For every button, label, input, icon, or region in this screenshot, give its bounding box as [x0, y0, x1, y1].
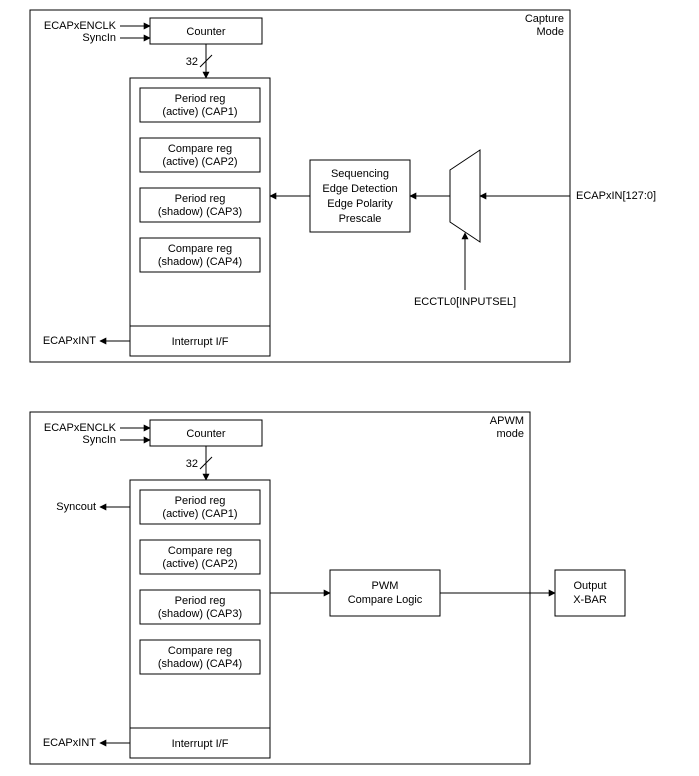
svg-text:PWM: PWM [372, 580, 399, 592]
svg-text:Compare Logic: Compare Logic [348, 594, 423, 606]
apwm-title-2: mode [496, 428, 524, 440]
svg-text:(shadow) (CAP4): (shadow) (CAP4) [158, 658, 242, 670]
ecapxin-label: ECAPxIN[127:0] [576, 190, 656, 202]
svg-text:Period reg: Period reg [175, 595, 226, 607]
svg-text:Prescale: Prescale [339, 213, 382, 225]
output-xbar-block [555, 570, 625, 616]
svg-text:Compare reg: Compare reg [168, 645, 232, 657]
svg-text:(shadow) (CAP3): (shadow) (CAP3) [158, 608, 242, 620]
svg-text:Counter: Counter [186, 428, 225, 440]
syncout-label: Syncout [56, 501, 96, 513]
apwm-title-1: APWM [490, 415, 524, 427]
diagram: Capture Mode Counter ECAPxENCLK SyncIn 3… [0, 0, 699, 776]
svg-text:Edge Detection: Edge Detection [322, 183, 397, 195]
svg-text:ECAPxINT: ECAPxINT [43, 737, 96, 749]
capture-title-2: Mode [536, 26, 564, 38]
svg-text:32: 32 [186, 458, 198, 470]
svg-text:Interrupt I/F: Interrupt I/F [172, 336, 229, 348]
svg-text:(shadow) (CAP3): (shadow) (CAP3) [158, 206, 242, 218]
counter-label: Counter [186, 26, 225, 38]
capture-title-1: Capture [525, 13, 564, 25]
svg-text:(active) (CAP1): (active) (CAP1) [162, 106, 237, 118]
ecapxenclk-label: ECAPxENCLK [44, 20, 117, 32]
svg-text:(active) (CAP1): (active) (CAP1) [162, 508, 237, 520]
svg-text:Edge Polarity: Edge Polarity [327, 198, 393, 210]
svg-text:(shadow) (CAP4): (shadow) (CAP4) [158, 256, 242, 268]
svg-text:Period reg: Period reg [175, 93, 226, 105]
svg-text:X-BAR: X-BAR [573, 594, 607, 606]
svg-text:(active) (CAP2): (active) (CAP2) [162, 558, 237, 570]
svg-text:ECAPxENCLK: ECAPxENCLK [44, 422, 117, 434]
svg-text:Sequencing: Sequencing [331, 168, 389, 180]
svg-text:Compare reg: Compare reg [168, 243, 232, 255]
svg-text:SyncIn: SyncIn [82, 434, 116, 446]
svg-text:Period reg: Period reg [175, 193, 226, 205]
apwm-mode-panel: APWM mode Counter ECAPxENCLK SyncIn 32 P… [30, 412, 625, 764]
svg-text:(active) (CAP2): (active) (CAP2) [162, 156, 237, 168]
svg-text:Period reg: Period reg [175, 495, 226, 507]
syncin-label: SyncIn [82, 32, 116, 44]
svg-text:Interrupt I/F: Interrupt I/F [172, 738, 229, 750]
bus-width-32: 32 [186, 56, 198, 68]
svg-text:Output: Output [573, 580, 606, 592]
svg-text:Compare reg: Compare reg [168, 545, 232, 557]
svg-text:Compare reg: Compare reg [168, 143, 232, 155]
pwm-compare-block [330, 570, 440, 616]
mux-select-label: ECCTL0[INPUTSEL] [414, 296, 516, 308]
capture-mode-panel: Capture Mode Counter ECAPxENCLK SyncIn 3… [30, 10, 656, 362]
ecapxint-label: ECAPxINT [43, 335, 96, 347]
input-mux [450, 150, 480, 242]
